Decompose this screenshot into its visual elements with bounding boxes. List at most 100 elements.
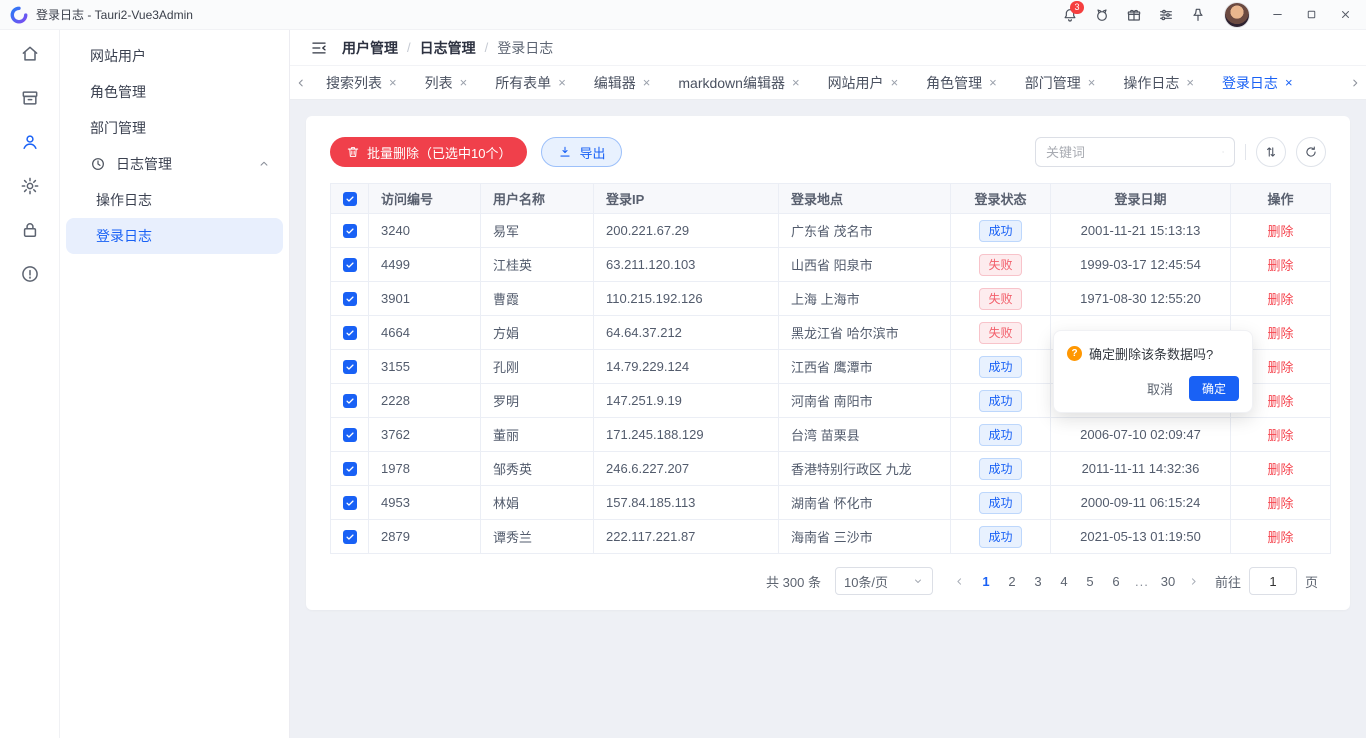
confirm-button[interactable]: 确定 — [1189, 376, 1239, 401]
breadcrumb-item[interactable]: 用户管理 — [342, 38, 398, 58]
cell-login-location: 香港特别行政区 九龙 — [779, 452, 951, 486]
row-checkbox[interactable] — [343, 496, 357, 510]
tab-搜索列表[interactable]: 搜索列表× — [312, 66, 411, 99]
delete-link[interactable]: 删除 — [1267, 530, 1293, 545]
column-header[interactable]: 登录地点 — [779, 184, 951, 214]
sidebar-item-operation-log[interactable]: 操作日志 — [66, 182, 283, 218]
tab-label: 登录日志 — [1222, 73, 1278, 93]
delete-link[interactable]: 删除 — [1267, 326, 1293, 341]
delete-link[interactable]: 删除 — [1267, 258, 1293, 273]
sidebar-item-log-management[interactable]: 日志管理 — [66, 146, 283, 182]
sidebar-item-website-users[interactable]: 网站用户 — [66, 38, 283, 74]
batch-delete-button[interactable]: 批量删除（已选中10个） — [330, 137, 527, 167]
row-checkbox[interactable] — [343, 224, 357, 238]
breadcrumb-item[interactable]: 日志管理 — [420, 38, 476, 58]
tab-网站用户[interactable]: 网站用户× — [814, 66, 913, 99]
delete-link[interactable]: 删除 — [1267, 394, 1293, 409]
cell-user-name: 董丽 — [481, 418, 594, 452]
goto-page-input[interactable] — [1249, 567, 1297, 595]
refresh-button[interactable] — [1296, 137, 1326, 167]
tab-close-icon[interactable]: × — [1285, 76, 1293, 89]
status-badge: 失败 — [979, 288, 1021, 310]
page-button-3[interactable]: 3 — [1025, 567, 1051, 595]
export-button[interactable]: 导出 — [541, 137, 622, 167]
about-icon[interactable] — [12, 256, 48, 292]
row-checkbox[interactable] — [343, 428, 357, 442]
page-button-6[interactable]: 6 — [1103, 567, 1129, 595]
notifications-button[interactable]: 3 — [1054, 0, 1086, 30]
next-page-button[interactable] — [1181, 567, 1207, 595]
home-icon[interactable] — [12, 36, 48, 72]
page-button-2[interactable]: 2 — [999, 567, 1025, 595]
column-header[interactable]: 登录IP — [594, 184, 779, 214]
tab-close-icon[interactable]: × — [460, 76, 468, 89]
tabs-scroll-right-icon[interactable] — [1344, 66, 1366, 99]
tab-close-icon[interactable]: × — [1088, 76, 1096, 89]
sidebar-item-role-management[interactable]: 角色管理 — [66, 74, 283, 110]
theme-settings-icon[interactable] — [1150, 0, 1182, 30]
column-header[interactable]: 操作 — [1231, 184, 1331, 214]
page-size-select[interactable]: 10条/页 — [835, 567, 933, 595]
column-header[interactable]: 登录状态 — [951, 184, 1051, 214]
users-icon[interactable] — [12, 124, 48, 160]
row-checkbox[interactable] — [343, 258, 357, 272]
tab-close-icon[interactable]: × — [643, 76, 651, 89]
page-button-30[interactable]: 30 — [1155, 567, 1181, 595]
delete-link[interactable]: 删除 — [1267, 428, 1293, 443]
pin-icon[interactable] — [1182, 0, 1214, 30]
tabs-scroll-left-icon[interactable] — [290, 66, 312, 99]
cell-login-ip: 147.251.9.19 — [594, 384, 779, 418]
row-checkbox[interactable] — [343, 292, 357, 306]
column-header[interactable]: 访问编号 — [369, 184, 481, 214]
tab-部门管理[interactable]: 部门管理× — [1011, 66, 1110, 99]
tab-close-icon[interactable]: × — [989, 76, 997, 89]
page-ellipsis[interactable]: ... — [1129, 567, 1155, 595]
tab-操作日志[interactable]: 操作日志× — [1109, 66, 1208, 99]
row-checkbox[interactable] — [343, 360, 357, 374]
maximize-button[interactable] — [1294, 0, 1328, 30]
page-button-4[interactable]: 4 — [1051, 567, 1077, 595]
sidebar-item-department-management[interactable]: 部门管理 — [66, 110, 283, 146]
tab-close-icon[interactable]: × — [792, 76, 800, 89]
chevron-up-icon — [257, 157, 271, 171]
projects-icon[interactable] — [12, 80, 48, 116]
settings-icon[interactable] — [12, 168, 48, 204]
tab-close-icon[interactable]: × — [558, 76, 566, 89]
tab-所有表单[interactable]: 所有表单× — [481, 66, 580, 99]
prev-page-button[interactable] — [947, 567, 973, 595]
titlebar: 登录日志 - Tauri2-Vue3Admin 3 — [0, 0, 1366, 30]
tab-markdown编辑器[interactable]: markdown编辑器× — [664, 66, 813, 99]
close-button[interactable] — [1328, 0, 1362, 30]
tab-登录日志[interactable]: 登录日志 × — [1208, 66, 1307, 99]
keyword-input[interactable] — [1046, 145, 1222, 160]
page-button-5[interactable]: 5 — [1077, 567, 1103, 595]
tab-close-icon[interactable]: × — [891, 76, 899, 89]
delete-link[interactable]: 删除 — [1267, 292, 1293, 307]
tab-列表[interactable]: 列表× — [411, 66, 482, 99]
delete-link[interactable]: 删除 — [1267, 360, 1293, 375]
row-checkbox[interactable] — [343, 530, 357, 544]
gift-icon[interactable] — [1118, 0, 1150, 30]
tab-编辑器[interactable]: 编辑器× — [580, 66, 665, 99]
row-checkbox[interactable] — [343, 326, 357, 340]
menu-fold-icon[interactable] — [310, 39, 328, 57]
tab-角色管理[interactable]: 角色管理× — [912, 66, 1011, 99]
sidebar-item-login-log[interactable]: 登录日志 — [66, 218, 283, 254]
github-icon[interactable] — [1086, 0, 1118, 30]
delete-link[interactable]: 删除 — [1267, 496, 1293, 511]
delete-link[interactable]: 删除 — [1267, 462, 1293, 477]
page-button-1[interactable]: 1 — [973, 567, 999, 595]
sort-button[interactable] — [1256, 137, 1286, 167]
delete-link[interactable]: 删除 — [1267, 224, 1293, 239]
row-checkbox[interactable] — [343, 394, 357, 408]
row-checkbox[interactable] — [343, 462, 357, 476]
lock-icon[interactable] — [12, 212, 48, 248]
user-avatar[interactable] — [1224, 2, 1250, 28]
column-header[interactable]: 用户名称 — [481, 184, 594, 214]
minimize-button[interactable] — [1260, 0, 1294, 30]
tab-close-icon[interactable]: × — [389, 76, 397, 89]
column-header[interactable]: 登录日期 — [1051, 184, 1231, 214]
tab-close-icon[interactable]: × — [1186, 76, 1194, 89]
cancel-button[interactable]: 取消 — [1143, 376, 1177, 401]
select-all-checkbox[interactable] — [343, 192, 357, 206]
